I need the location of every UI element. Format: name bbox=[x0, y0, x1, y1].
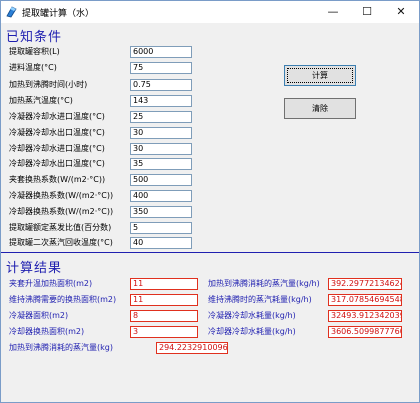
minimize-button[interactable]: — bbox=[317, 1, 349, 23]
title-bar: 提取罐计算（水） — ☐ ✕ bbox=[1, 1, 419, 23]
field-label-condenser-coefficient: 冷凝器换热系数(W/(m2·°C)) bbox=[9, 191, 114, 200]
heating-steam-total-output: 294.223291009686 bbox=[156, 342, 228, 354]
app-icon bbox=[6, 6, 17, 18]
evaporation-ratio-input[interactable]: 5 bbox=[130, 222, 192, 234]
calculate-button[interactable]: 计算 bbox=[284, 65, 356, 86]
result-label-boiling-area: 维持沸腾需要的换热面积(m2) bbox=[9, 295, 117, 304]
maximize-button[interactable]: ☐ bbox=[351, 1, 383, 23]
field-label-recovery-temp: 提取罐二次蒸汽回收温度(°C) bbox=[9, 238, 113, 247]
result-label-boiling-steam-rate: 维持沸腾时的蒸汽耗量(kg/h) bbox=[208, 295, 312, 304]
condenser-inlet-temp-input[interactable]: 25 bbox=[130, 111, 192, 123]
heating-steam-rate-output: 392.297721346247 bbox=[328, 278, 402, 290]
field-label-tank-volume: 提取罐容积(L) bbox=[9, 47, 60, 56]
condenser-water-output: 32493.9123420397 bbox=[328, 310, 402, 322]
field-label-feed-temp: 进料温度(°C) bbox=[9, 63, 57, 72]
field-label-cooler-inlet-temp: 冷却器冷却水进口温度(°C) bbox=[9, 144, 105, 153]
result-label-jacket-area: 夹套升温加热面积(m2) bbox=[9, 279, 93, 288]
feed-temp-input[interactable]: 75 bbox=[130, 62, 192, 74]
known-conditions-title: 已知条件 bbox=[6, 30, 63, 45]
window-title: 提取罐计算（水） bbox=[22, 9, 95, 19]
result-label-cooler-area: 冷却器换热面积(m2) bbox=[9, 327, 85, 336]
result-label-condenser-area: 冷凝器面积(m2) bbox=[9, 311, 69, 320]
clear-button[interactable]: 清除 bbox=[284, 98, 356, 119]
heating-time-input[interactable]: 0.75 bbox=[130, 79, 192, 91]
section-divider bbox=[1, 252, 419, 253]
field-label-cooler-coefficient: 冷却器换热系数(W/(m2·°C)) bbox=[9, 207, 114, 216]
steam-temp-input[interactable]: 143 bbox=[130, 95, 192, 107]
field-label-evaporation-ratio: 提取罐额定蒸发比值(百分数) bbox=[9, 223, 112, 232]
boiling-area-output: 11 bbox=[130, 294, 198, 306]
result-label-heating-steam-total: 加热到沸腾消耗的蒸汽量(kg) bbox=[9, 343, 113, 352]
condenser-coefficient-input[interactable]: 400 bbox=[130, 190, 192, 202]
close-button[interactable]: ✕ bbox=[385, 1, 417, 23]
result-label-condenser-water: 冷凝器冷却水耗量(kg/h) bbox=[208, 311, 296, 320]
app-window: 提取罐计算（水） — ☐ ✕ 已知条件 提取罐容积(L) 6000 进料温度(°… bbox=[0, 0, 420, 403]
cooler-inlet-temp-input[interactable]: 30 bbox=[130, 143, 192, 155]
field-label-heating-time: 加热到沸腾时间(小时) bbox=[9, 80, 88, 89]
cooler-area-output: 3 bbox=[130, 326, 198, 338]
field-label-jacket-coefficient: 夹套换热系数(W/(m2·°C)) bbox=[9, 175, 106, 184]
results-title: 计算结果 bbox=[6, 261, 63, 276]
result-label-cooler-water: 冷却器冷却水耗量(kg/h) bbox=[208, 327, 296, 336]
cooler-outlet-temp-input[interactable]: 35 bbox=[130, 158, 192, 170]
field-label-cooler-outlet-temp: 冷却器冷却水出口温度(°C) bbox=[9, 159, 105, 168]
boiling-steam-rate-output: 317.078546945483 bbox=[328, 294, 402, 306]
cooler-water-output: 3606.50998777603 bbox=[328, 326, 402, 338]
result-label-heating-steam-rate: 加热到沸腾消耗的蒸汽量(kg/h) bbox=[208, 279, 320, 288]
jacket-area-output: 11 bbox=[130, 278, 198, 290]
field-label-steam-temp: 加热蒸汽温度(°C) bbox=[9, 96, 73, 105]
jacket-coefficient-input[interactable]: 500 bbox=[130, 174, 192, 186]
cooler-coefficient-input[interactable]: 350 bbox=[130, 206, 192, 218]
condenser-area-output: 8 bbox=[130, 310, 198, 322]
field-label-condenser-inlet-temp: 冷凝器冷却水进口温度(°C) bbox=[9, 112, 105, 121]
condenser-outlet-temp-input[interactable]: 30 bbox=[130, 127, 192, 139]
client-area: 已知条件 提取罐容积(L) 6000 进料温度(°C) 75 加热到沸腾时间(小… bbox=[1, 23, 419, 402]
recovery-temp-input[interactable]: 40 bbox=[130, 237, 192, 249]
tank-volume-input[interactable]: 6000 bbox=[130, 46, 192, 58]
field-label-condenser-outlet-temp: 冷凝器冷却水出口温度(°C) bbox=[9, 128, 105, 137]
